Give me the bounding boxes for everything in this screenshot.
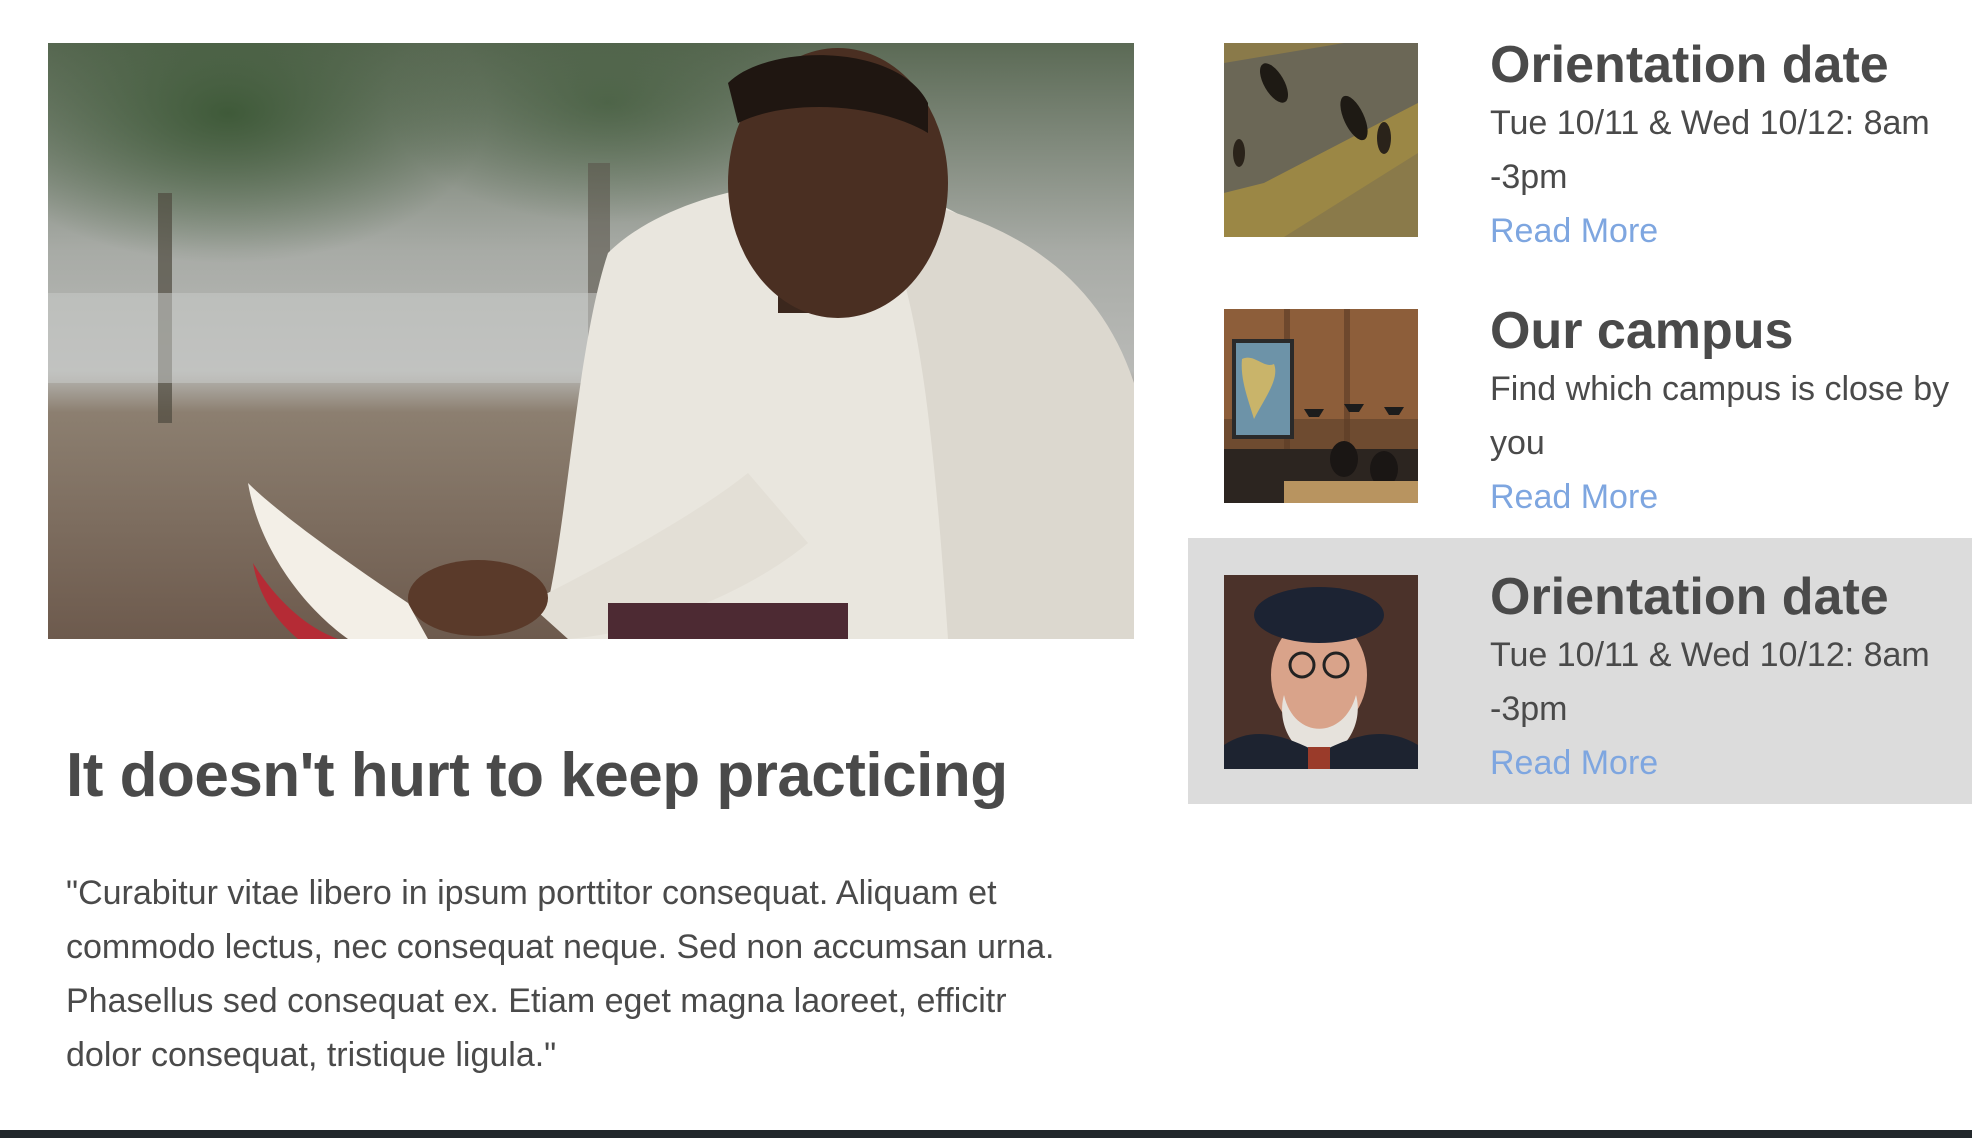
news-card-list: Orientation date Tue 10/11 & Wed 10/12: … (1188, 0, 1972, 820)
card-title: Our campus (1490, 302, 1794, 360)
people-walking-aerial-photo (1224, 43, 1418, 237)
card-description: Find which campus is close by you (1490, 370, 1950, 462)
card-title: Orientation date (1490, 36, 1889, 94)
news-card[interactable]: Orientation date Tue 10/11 & Wed 10/12: … (1188, 6, 1972, 272)
card-thumbnail[interactable] (1224, 309, 1418, 503)
news-card[interactable]: Our campus Find which campus is close by… (1188, 272, 1972, 538)
card-thumbnail[interactable] (1224, 575, 1418, 769)
campus-cafe-photo (1224, 309, 1418, 503)
card-text: Our campus Find which campus is close by… (1490, 300, 1972, 524)
card-description: Tue 10/11 & Wed 10/12: 8am -3pm (1490, 636, 1930, 728)
read-more-link[interactable]: Read More (1490, 470, 1658, 524)
card-description: Tue 10/11 & Wed 10/12: 8am -3pm (1490, 104, 1930, 196)
read-more-link[interactable]: Read More (1490, 736, 1658, 790)
hero-image (48, 43, 1134, 639)
card-thumbnail[interactable] (1224, 43, 1418, 237)
quote-text: "Curabitur vitae libero in ipsum porttit… (66, 874, 1055, 1074)
old-man-beret-photo (1224, 575, 1418, 769)
section-headline: It doesn't hurt to keep practicing (66, 741, 1008, 810)
read-more-link[interactable]: Read More (1490, 204, 1658, 258)
card-text: Orientation date Tue 10/11 & Wed 10/12: … (1490, 566, 1972, 790)
news-card[interactable]: Orientation date Tue 10/11 & Wed 10/12: … (1188, 538, 1972, 804)
footer-bar (0, 1130, 1972, 1138)
card-text: Orientation date Tue 10/11 & Wed 10/12: … (1490, 34, 1972, 258)
man-reading-book-photo (48, 43, 1134, 639)
card-title: Orientation date (1490, 568, 1889, 626)
